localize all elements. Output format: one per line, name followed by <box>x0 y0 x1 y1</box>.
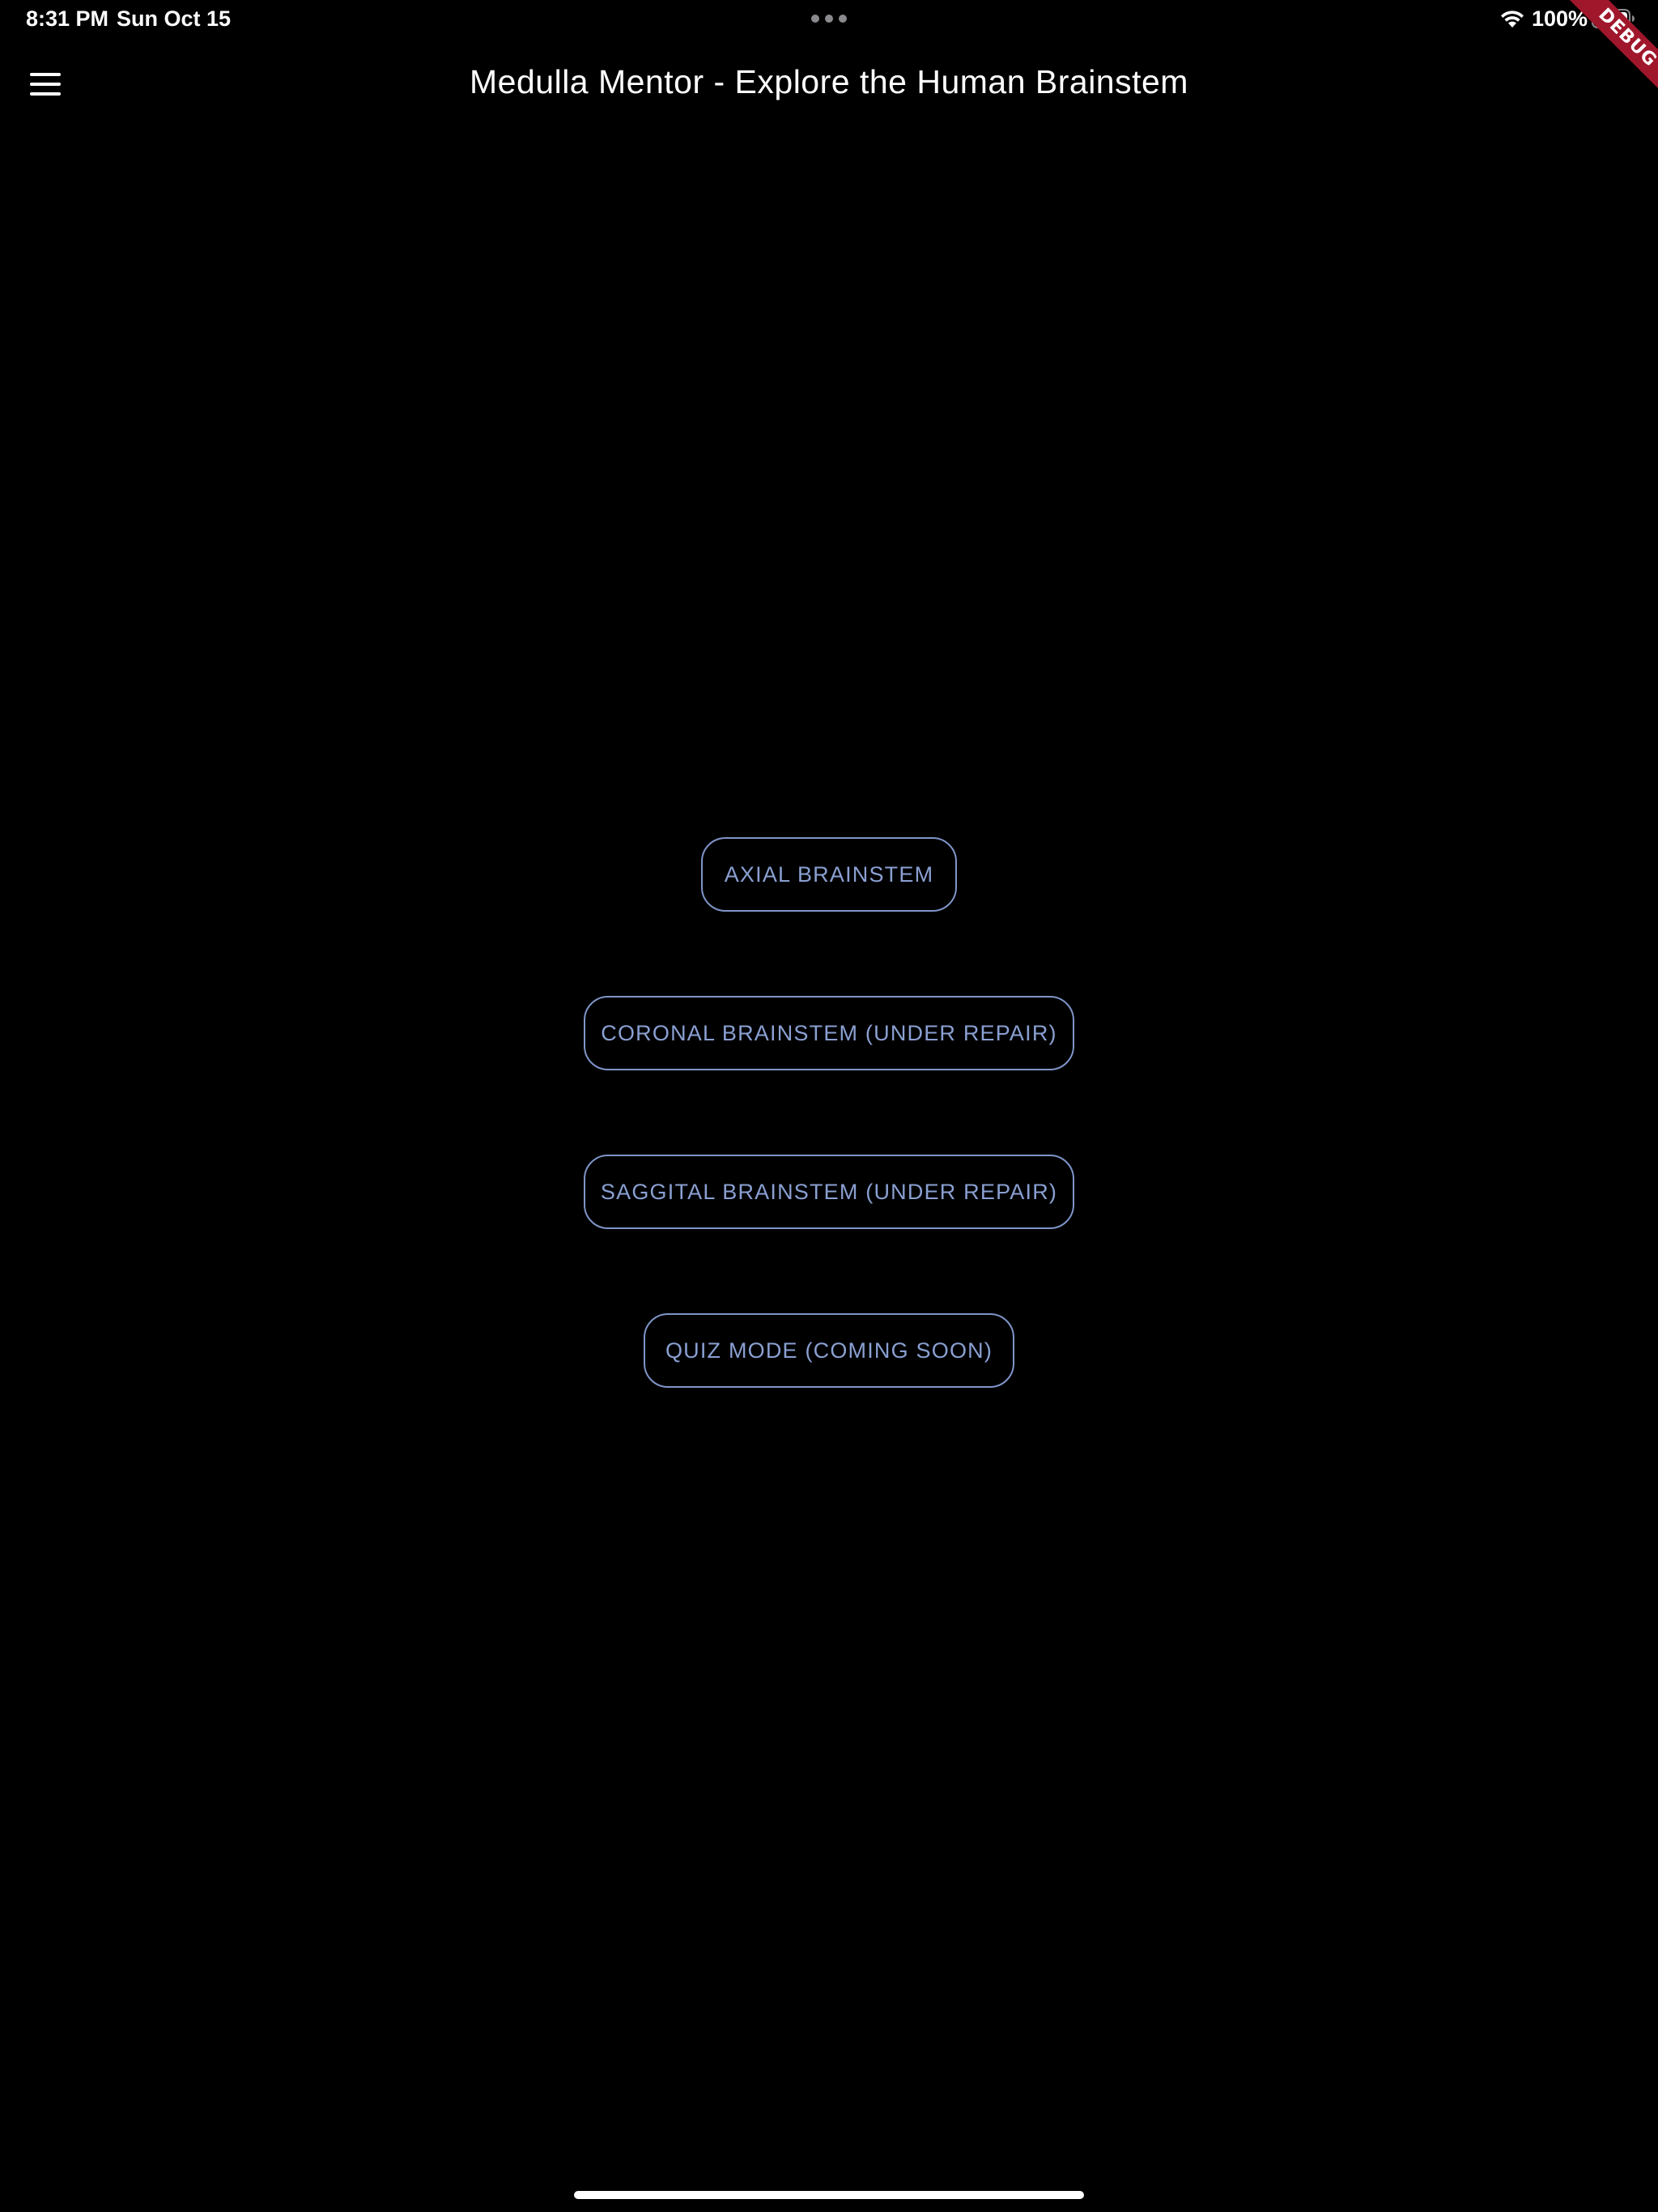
battery-percentage: 100% <box>1532 6 1588 31</box>
wifi-icon <box>1501 11 1524 28</box>
axial-brainstem-button[interactable]: AXIAL BRAINSTEM <box>701 837 957 912</box>
page-title: Medulla Mentor - Explore the Human Brain… <box>470 63 1188 100</box>
multitasking-dots-icon[interactable] <box>811 15 847 23</box>
status-date: Sun Oct 15 <box>117 6 232 31</box>
status-bar: 8:31 PM Sun Oct 15 100% <box>0 0 1658 39</box>
dot <box>811 15 819 23</box>
app-bar: Medulla Mentor - Explore the Human Brain… <box>0 42 1658 126</box>
battery-icon <box>1592 9 1635 28</box>
status-time: 8:31 PM <box>26 6 109 31</box>
dot <box>825 15 833 23</box>
saggital-brainstem-button[interactable]: SAGGITAL BRAINSTEM (UNDER REPAIR) <box>584 1155 1074 1229</box>
quiz-mode-button[interactable]: QUIZ MODE (COMING SOON) <box>644 1313 1014 1388</box>
home-indicator[interactable] <box>574 2191 1084 2199</box>
coronal-brainstem-button[interactable]: CORONAL BRAINSTEM (UNDER REPAIR) <box>584 996 1074 1070</box>
dot <box>839 15 847 23</box>
